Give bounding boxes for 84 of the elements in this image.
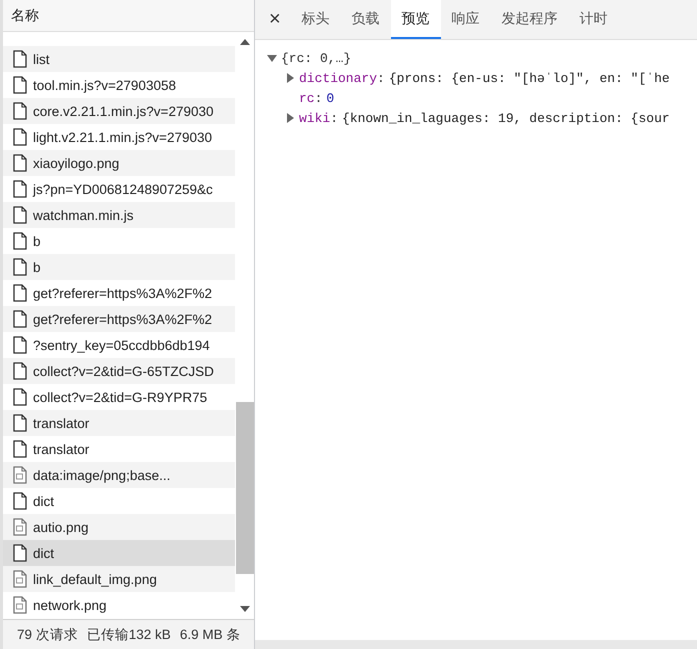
request-row[interactable]: link_default_img.png (3, 566, 235, 592)
request-name: b (33, 234, 41, 248)
request-name: dict (33, 546, 54, 560)
tab[interactable]: 响应 (440, 0, 491, 39)
file-icon (13, 76, 27, 94)
file-icon (13, 440, 27, 458)
json-colon: : (377, 70, 385, 86)
request-name: network.png (33, 598, 107, 612)
close-button[interactable]: × (259, 0, 291, 39)
request-row[interactable]: b (3, 254, 235, 280)
json-key: rc (299, 90, 315, 106)
request-name: data:image/png;base... (33, 468, 170, 482)
request-row[interactable]: core.v2.21.1.min.js?v=279030 (3, 98, 235, 124)
file-icon (13, 102, 27, 120)
request-row[interactable]: data:image/png;base... (3, 462, 235, 488)
tab[interactable]: 发起程序 (490, 0, 569, 39)
request-name: light.v2.21.1.min.js?v=279030 (33, 130, 212, 144)
request-name: get?referer=https%3A%2F%2 (33, 286, 212, 300)
file-icon (13, 284, 27, 302)
json-key: dictionary (299, 70, 378, 86)
request-name: translator (33, 442, 90, 456)
request-row[interactable]: list (3, 46, 235, 72)
request-name: collect?v=2&tid=G-65TZCJSD (33, 364, 214, 378)
file-icon (13, 50, 27, 68)
status-text: 79 次请求 (17, 626, 78, 644)
request-name: translator (33, 416, 90, 430)
request-name: watchman.min.js (33, 208, 134, 222)
request-name: b (33, 260, 41, 274)
scroll-up-icon[interactable] (240, 39, 250, 45)
status-text: 已传输132 kB (86, 626, 171, 644)
json-root[interactable]: {rc: 0,…} (281, 50, 352, 66)
image-file-icon (13, 518, 27, 536)
request-name: link_default_img.png (33, 572, 157, 586)
request-name: core.v2.21.1.min.js?v=279030 (33, 104, 214, 118)
file-icon (13, 544, 27, 562)
file-icon (13, 258, 27, 276)
expand-arrow-icon[interactable] (285, 113, 295, 123)
json-value: {known_in_laguages: 19, description: {sour (342, 110, 670, 126)
expand-arrow-icon[interactable] (285, 73, 295, 83)
request-row[interactable]: dict (3, 540, 235, 566)
request-name: dict (33, 494, 54, 508)
file-icon (13, 336, 27, 354)
request-name: xiaoyilogo.png (33, 156, 120, 170)
status-text: 6.9 MB 条 (180, 626, 240, 644)
json-colon: : (314, 90, 322, 106)
file-icon (13, 180, 27, 198)
file-icon (13, 154, 27, 172)
json-colon: : (330, 110, 338, 126)
column-header[interactable]: 名称 (11, 6, 39, 24)
request-name: js?pn=YD00681248907259&c (33, 182, 213, 196)
request-name: autio.png (33, 520, 89, 534)
image-file-icon (13, 466, 27, 484)
request-row[interactable]: get?referer=https%3A%2F%2 (3, 306, 235, 332)
request-row[interactable]: xiaoyilogo.png (3, 150, 235, 176)
file-icon (13, 388, 27, 406)
tab[interactable]: 标头 (290, 0, 341, 39)
request-row[interactable]: autio.png (3, 514, 235, 540)
request-row[interactable]: collect?v=2&tid=G-65TZCJSD (3, 358, 235, 384)
image-file-icon (13, 570, 27, 588)
request-name: collect?v=2&tid=G-R9YPR75 (33, 390, 208, 404)
horizontal-scrollbar[interactable] (255, 640, 697, 649)
collapse-arrow-icon[interactable] (267, 53, 277, 63)
json-key: wiki (299, 110, 330, 126)
tab[interactable]: 计时 (568, 0, 619, 39)
image-file-icon (13, 596, 27, 614)
file-icon (13, 310, 27, 328)
request-name: ?sentry_key=05ccdbb6db194 (33, 338, 210, 352)
scroll-thumb[interactable] (236, 402, 254, 574)
request-row[interactable]: translator (3, 410, 235, 436)
request-name: list (33, 52, 50, 66)
tab[interactable]: 预览 (390, 0, 441, 39)
file-icon (13, 362, 27, 380)
file-icon (13, 492, 27, 510)
request-name: get?referer=https%3A%2F%2 (33, 312, 212, 326)
tab[interactable]: 负载 (340, 0, 391, 39)
json-value: 0 (326, 90, 334, 106)
file-icon (13, 414, 27, 432)
scroll-down-icon[interactable] (240, 606, 250, 612)
json-value: {prons: {en-us: "[həˈlo]", en: "[ˈhe (388, 70, 670, 86)
file-icon (13, 232, 27, 250)
file-icon (13, 206, 27, 224)
request-row[interactable]: watchman.min.js (3, 202, 235, 228)
file-icon (13, 128, 27, 146)
request-name: tool.min.js?v=27903058 (33, 78, 176, 92)
